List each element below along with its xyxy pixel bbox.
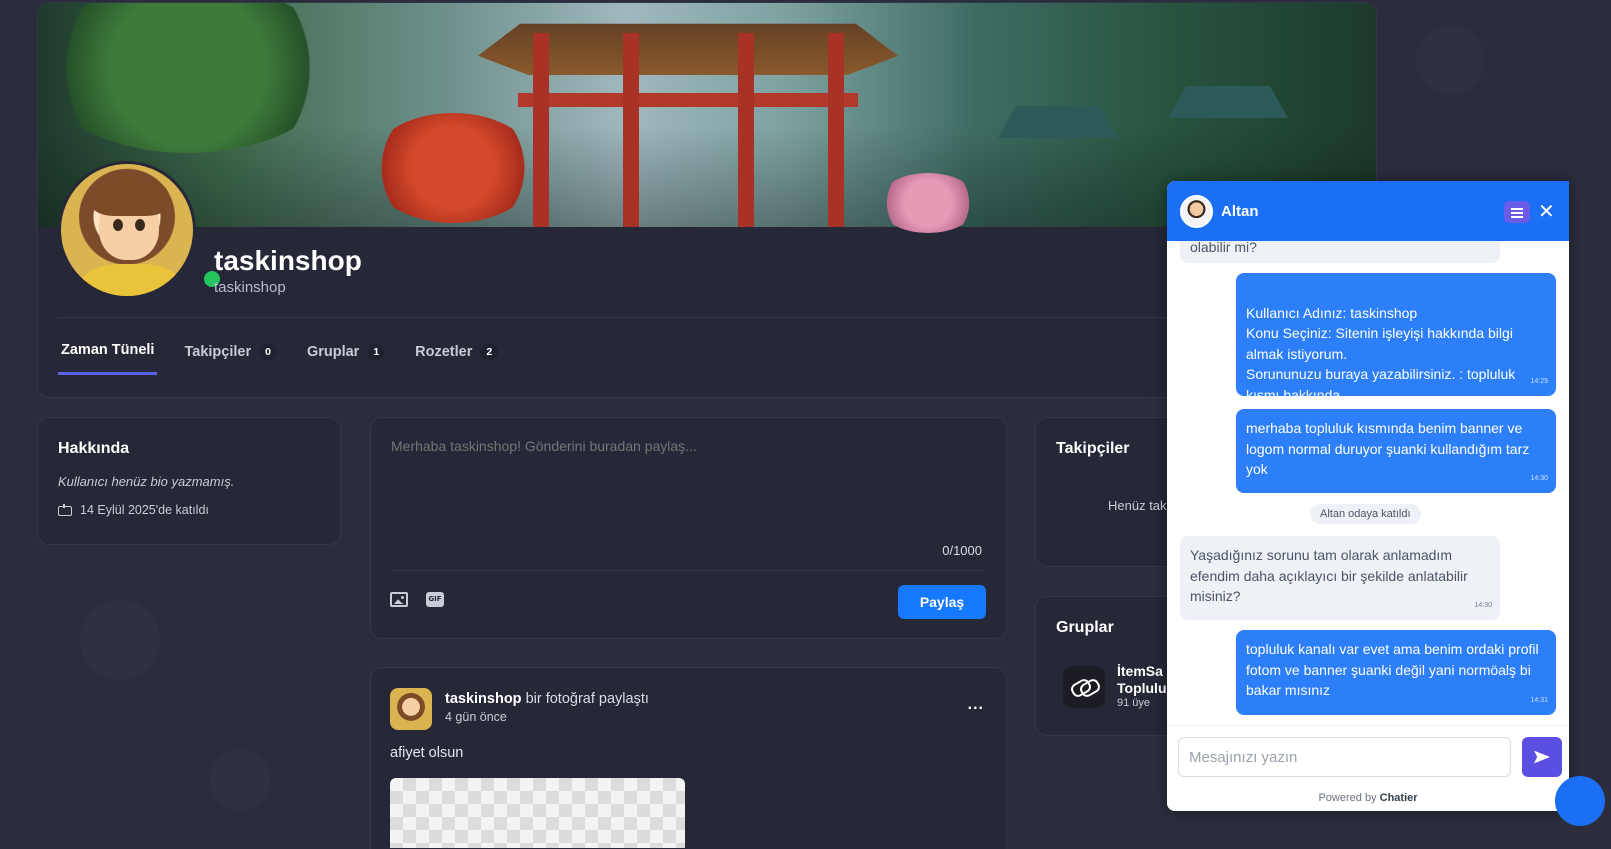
message-time: 14:30 <box>1530 474 1548 482</box>
support-chat-widget: Altan ✕ olabilir mi? Kullanıcı Adınız: t… <box>1167 181 1569 811</box>
banner-gate-post <box>738 33 754 227</box>
menu-line <box>1511 208 1523 210</box>
profile-name: taskinshop <box>214 245 362 276</box>
agent-avatar <box>1180 195 1213 228</box>
character-counter: 0/1000 <box>942 543 982 558</box>
about-card: Hakkında Kullanıcı henüz bio yazmamış. 1… <box>37 417 341 545</box>
tab-label: Rozetler <box>415 343 473 360</box>
hamburger-menu-icon[interactable] <box>1504 201 1530 223</box>
cake-icon <box>58 504 72 516</box>
banner-gate-beam <box>518 93 858 107</box>
message-text: merhaba topluluk kısmında benim banner v… <box>1246 420 1530 477</box>
message-time: 14:30 <box>1474 601 1492 609</box>
avatar-eye <box>113 219 123 231</box>
tab-timeline[interactable]: Zaman Tüneli <box>58 339 158 375</box>
about-bio: Kullanıcı henüz bio yazmamış. <box>58 474 235 489</box>
tab-label: Zaman Tüneli <box>61 342 155 358</box>
avatar-eye <box>135 219 145 231</box>
post-author-name[interactable]: taskinshop <box>445 691 522 707</box>
message-text: olabilir mi? <box>1190 241 1257 255</box>
chat-header: Altan ✕ <box>1167 181 1569 241</box>
image-upload-icon[interactable] <box>390 592 408 607</box>
send-icon[interactable] <box>1522 737 1562 777</box>
chat-message-outgoing: Kullanıcı Adınız: taskinshop Konu Seçini… <box>1236 273 1556 403</box>
timeline-post: taskinshop bir fotoğraf paylaştı 4 gün ö… <box>370 667 1007 849</box>
post-image[interactable] <box>390 778 685 848</box>
chat-message-incoming: olabilir mi? <box>1180 241 1500 263</box>
system-notice: Altan odaya katıldı <box>1310 504 1421 524</box>
tab-badges[interactable]: Rozetler 2 <box>412 339 501 375</box>
profile-avatar[interactable] <box>58 161 196 299</box>
message-time: 14:31 <box>1530 696 1548 704</box>
avatar-hair <box>91 176 169 216</box>
tab-count-badge: 1 <box>367 343 386 360</box>
composer-divider <box>391 570 986 571</box>
tab-followers[interactable]: Takipçiler 0 <box>181 339 279 375</box>
tab-label: Gruplar <box>306 343 360 360</box>
chat-messages[interactable]: olabilir mi? Kullanıcı Adınız: taskinsho… <box>1167 241 1569 725</box>
message-text: topluluk kanalı var evet ama benim ordak… <box>1246 641 1539 698</box>
avatar-shirt <box>81 264 181 296</box>
chat-message-outgoing: merhaba topluluk kısmında benim banner v… <box>1236 409 1556 493</box>
agent-name: Altan <box>1221 203 1259 220</box>
banner-gate-post <box>623 33 639 227</box>
post-action-text: bir fotoğraf paylaştı <box>521 691 649 707</box>
powered-by: Powered by Chatier <box>1167 792 1569 804</box>
chat-message-outgoing: topluluk kanalı var evet ama benim ordak… <box>1236 630 1556 715</box>
menu-line <box>1511 212 1523 214</box>
chat-footer: Powered by Chatier <box>1167 725 1569 811</box>
powered-brand[interactable]: Chatier <box>1380 792 1418 804</box>
gif-icon[interactable]: GIF <box>426 592 444 607</box>
powered-prefix: Powered by <box>1318 792 1377 804</box>
post-header: taskinshop bir fotoğraf paylaştı <box>445 691 649 707</box>
post-author-avatar[interactable] <box>390 688 432 730</box>
post-more-options-icon[interactable]: ... <box>968 696 984 714</box>
tab-count-badge: 2 <box>480 343 499 360</box>
menu-line <box>1511 216 1523 218</box>
banner-pagoda <box>998 106 1118 138</box>
link-icon[interactable] <box>1063 666 1105 708</box>
post-composer-card: 0/1000 GIF Paylaş <box>370 417 1007 639</box>
message-text: Yaşadığınız sorunu tam olarak anlamadım … <box>1190 547 1468 604</box>
banner-red-tree <box>368 113 538 223</box>
post-timestamp: 4 gün önce <box>445 710 507 724</box>
tab-groups[interactable]: Gruplar 1 <box>304 339 388 375</box>
banner-pagoda <box>1168 86 1288 118</box>
profile-divider <box>58 317 1356 318</box>
about-joined-row: 14 Eylül 2025'de katıldı <box>58 503 320 517</box>
chat-message-incoming: Yaşadığınız sorunu tam olarak anlamadım … <box>1180 536 1500 620</box>
banner-tree <box>38 3 338 153</box>
share-button[interactable]: Paylaş <box>898 585 986 619</box>
about-joined-date: 14 Eylül 2025'de katıldı <box>80 503 209 517</box>
close-icon[interactable]: ✕ <box>1538 199 1555 223</box>
tab-label: Takipçiler <box>184 343 252 360</box>
post-composer-input[interactable] <box>391 438 986 454</box>
banner-gate-post <box>533 33 549 227</box>
chat-launcher-button[interactable] <box>1555 776 1605 826</box>
chat-message-input[interactable] <box>1178 737 1511 777</box>
message-text: Kullanıcı Adınız: taskinshop Konu Seçini… <box>1246 304 1516 403</box>
group-member-count: 91 üye <box>1117 697 1151 709</box>
message-time: 14:29 <box>1530 377 1548 385</box>
tab-count-badge: 0 <box>259 343 277 360</box>
about-title: Hakkında <box>58 440 130 457</box>
profile-tabs: Zaman Tüneli Takipçiler 0 Gruplar 1 Roze… <box>58 339 501 375</box>
profile-handle: taskinshop <box>214 279 286 296</box>
post-text: afiyet olsun <box>390 745 464 761</box>
banner-blossom <box>878 173 978 233</box>
banner-gate-post <box>828 33 844 227</box>
